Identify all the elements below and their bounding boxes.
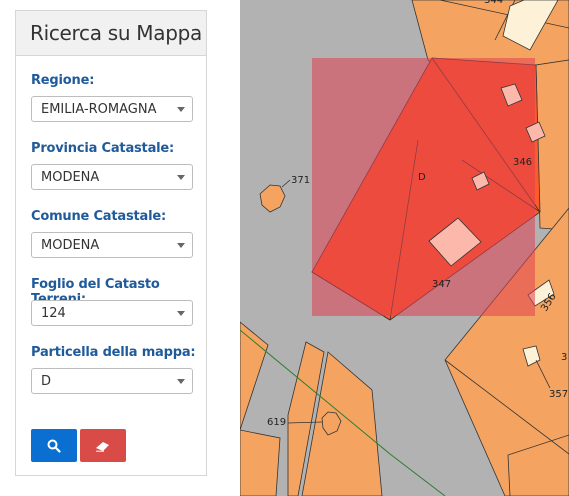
map-canvas: D 347 346 371 356 357 619 344 3 <box>240 0 569 496</box>
parcel-label-3: 3 <box>561 352 567 363</box>
particella-select[interactable]: D <box>31 368 193 394</box>
foglio-value: 124 <box>41 305 66 321</box>
regione-value: EMILIA-ROMAGNA <box>41 101 157 117</box>
search-button[interactable] <box>31 429 77 462</box>
parcel-label-347: 347 <box>432 279 451 290</box>
provincia-label: Provincia Catastale: <box>31 141 175 156</box>
chevron-down-icon <box>177 107 185 112</box>
chevron-down-icon <box>177 175 185 180</box>
panel-header: Ricerca su Mappa <box>16 11 206 56</box>
parcel-label-344: 344 <box>484 0 503 6</box>
parcel-label-d: D <box>418 172 426 183</box>
eraser-icon <box>96 441 109 452</box>
parcel-label-371: 371 <box>291 175 310 186</box>
foglio-select[interactable]: 124 <box>31 300 193 326</box>
particella-value: D <box>41 373 52 389</box>
search-icon <box>47 439 61 453</box>
comune-select[interactable]: MODENA <box>31 232 193 258</box>
search-panel: Ricerca su Mappa Regione: EMILIA-ROMAGNA… <box>15 10 207 476</box>
comune-value: MODENA <box>41 237 100 253</box>
parcel-label-346: 346 <box>513 157 532 168</box>
chevron-down-icon <box>177 243 185 248</box>
cadastral-map[interactable]: D 347 346 371 356 357 619 344 3 <box>240 0 569 496</box>
particella-label: Particella della mappa: <box>31 345 196 360</box>
chevron-down-icon <box>177 379 185 384</box>
provincia-value: MODENA <box>41 169 100 185</box>
regione-label: Regione: <box>31 73 95 88</box>
regione-select[interactable]: EMILIA-ROMAGNA <box>31 96 193 122</box>
panel-title: Ricerca su Mappa <box>30 21 202 45</box>
comune-label: Comune Catastale: <box>31 209 166 224</box>
parcel-label-357: 357 <box>549 389 568 400</box>
chevron-down-icon <box>177 311 185 316</box>
clear-button[interactable] <box>80 429 126 462</box>
parcel-label-619: 619 <box>267 417 286 428</box>
provincia-select[interactable]: MODENA <box>31 164 193 190</box>
